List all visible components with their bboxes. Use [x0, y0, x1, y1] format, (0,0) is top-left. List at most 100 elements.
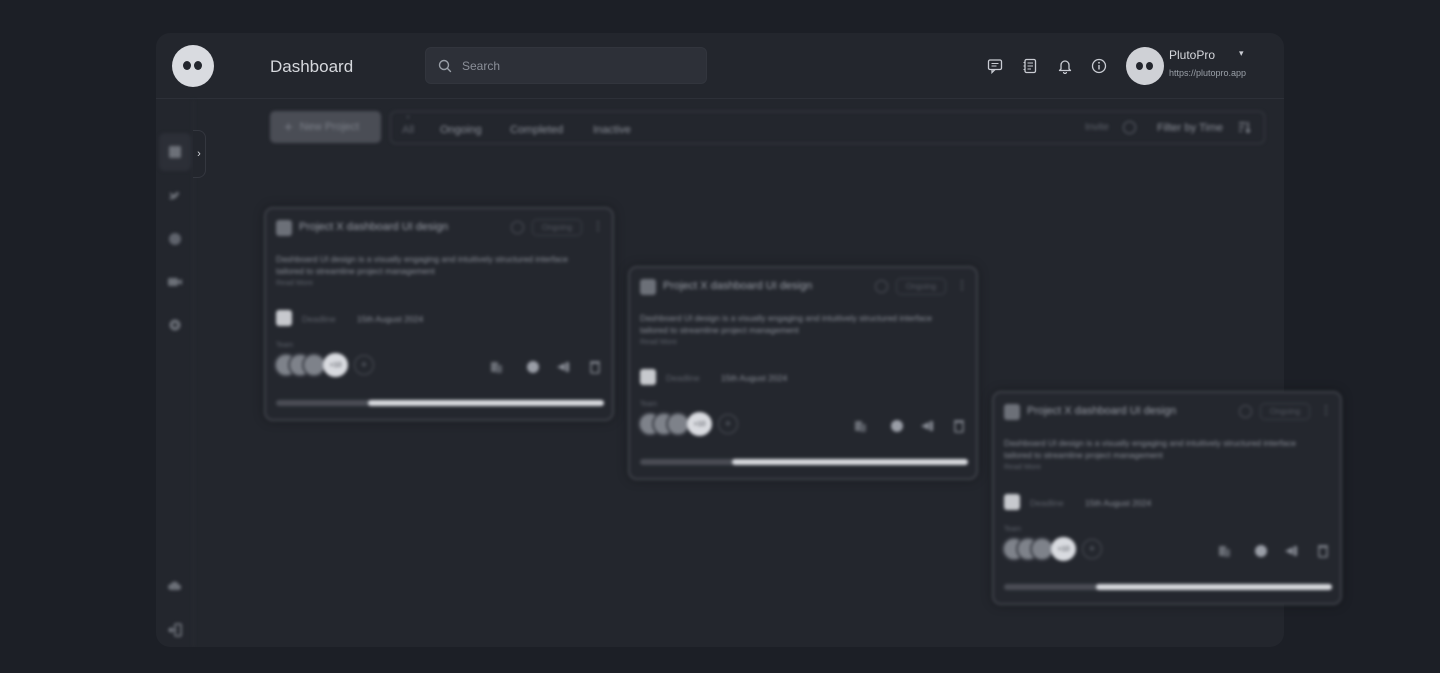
chat-icon[interactable]	[890, 419, 904, 433]
deadline-label: Deadline	[1030, 498, 1064, 508]
team-avatars: +10 +	[274, 353, 384, 377]
chevron-down-icon[interactable]: ▾	[1239, 48, 1244, 59]
sidebar-item-logout[interactable]	[165, 620, 185, 640]
search-box[interactable]	[425, 47, 707, 84]
copy-icon[interactable]	[490, 360, 504, 374]
project-card[interactable]: Project X dashboard UI design Ongoing ⋮ …	[628, 266, 978, 480]
search-input[interactable]	[462, 56, 692, 76]
share-icon[interactable]	[1284, 544, 1298, 558]
sidebar-item-twitter[interactable]	[165, 186, 185, 206]
progress-bar	[1004, 584, 1332, 590]
search-icon	[438, 59, 452, 73]
progress-fill	[731, 459, 968, 465]
page-title: Dashboard	[270, 57, 354, 76]
chat-icon[interactable]	[526, 360, 540, 374]
active-tab-indicator	[407, 116, 409, 118]
globe-icon	[169, 233, 181, 245]
status-badge: Ongoing	[532, 219, 582, 236]
info-icon[interactable]	[875, 280, 888, 293]
calendar-icon	[1004, 494, 1020, 510]
invite-button[interactable]: Invite	[1085, 122, 1109, 133]
sidebar-item-video[interactable]	[165, 272, 185, 292]
tab-completed[interactable]: Completed	[510, 124, 563, 136]
status-badge: Ongoing	[1260, 403, 1310, 420]
team-label: Team	[276, 342, 294, 349]
more-vertical-icon[interactable]: ⋮	[956, 278, 968, 292]
tab-ongoing[interactable]: Ongoing	[440, 124, 482, 136]
logout-icon	[167, 623, 182, 637]
progress-bar	[276, 400, 604, 406]
top-bar: Dashboard PlutoPro https://plutopro.app …	[156, 33, 1284, 99]
settings-icon	[169, 319, 181, 331]
deadline-date: 15th August 2024	[721, 373, 788, 383]
info-icon[interactable]	[511, 221, 524, 234]
deadline-date: 15th August 2024	[1085, 498, 1152, 508]
user-avatar[interactable]	[1126, 47, 1164, 85]
sidebar-collapse-toggle[interactable]: ›	[193, 130, 206, 178]
invite-icon[interactable]	[1123, 121, 1136, 134]
checkbox[interactable]	[276, 220, 292, 236]
chat-icon[interactable]	[1254, 544, 1268, 558]
new-project-label: New Project	[299, 121, 360, 133]
progress-bar	[640, 459, 968, 465]
twitter-icon	[169, 191, 180, 200]
add-member-button[interactable]: +	[718, 414, 738, 434]
plus-icon: +	[284, 118, 293, 136]
add-member-button[interactable]: +	[354, 355, 374, 375]
more-vertical-icon[interactable]: ⋮	[1320, 403, 1332, 417]
new-project-button[interactable]: + New Project	[270, 111, 381, 143]
project-tabs: All Ongoing Completed Inactive Invite Fi…	[390, 111, 1265, 144]
add-member-button[interactable]: +	[1082, 539, 1102, 559]
sidebar-item-globe[interactable]	[165, 229, 185, 249]
copy-icon[interactable]	[854, 419, 868, 433]
card-description: Dashboard UI design is a visually engagi…	[276, 254, 568, 276]
message-icon[interactable]	[985, 56, 1005, 76]
sidebar-item-settings[interactable]	[165, 315, 185, 335]
team-more-count[interactable]: +10	[687, 412, 712, 436]
notes-icon[interactable]	[1020, 56, 1040, 76]
team-label: Team	[640, 401, 658, 408]
deadline-label: Deadline	[302, 314, 336, 324]
chevron-right-icon: ›	[197, 148, 201, 160]
user-name[interactable]: PlutoPro	[1169, 48, 1215, 62]
copy-icon[interactable]	[1218, 544, 1232, 558]
read-more-link[interactable]: Read More	[1004, 462, 1041, 471]
project-card[interactable]: Project X dashboard UI design Ongoing ⋮ …	[992, 391, 1342, 605]
read-more-link[interactable]: Read More	[640, 337, 677, 346]
filter-by-time-button[interactable]: Filter by Time	[1157, 122, 1223, 134]
deadline-label: Deadline	[666, 373, 700, 383]
app-logo[interactable]	[172, 45, 214, 87]
team-more-count[interactable]: +10	[323, 353, 348, 377]
share-icon[interactable]	[920, 419, 934, 433]
info-icon[interactable]	[1089, 56, 1109, 76]
bell-icon[interactable]	[1055, 56, 1075, 76]
sidebar	[156, 100, 194, 647]
sort-icon[interactable]	[1237, 120, 1251, 134]
tab-inactive[interactable]: Inactive	[593, 124, 631, 136]
trash-icon[interactable]	[952, 419, 966, 433]
card-description: Dashboard UI design is a visually engagi…	[1004, 438, 1296, 460]
card-title: Project X dashboard UI design	[663, 280, 813, 292]
team-label: Team	[1004, 526, 1022, 533]
project-card[interactable]: Project X dashboard UI design Ongoing ⋮ …	[264, 207, 614, 421]
sidebar-item-dashboard[interactable]	[159, 133, 191, 171]
cloud-icon	[168, 581, 182, 590]
dashboard-icon	[169, 146, 181, 158]
deadline-date: 15th August 2024	[357, 314, 424, 324]
trash-icon[interactable]	[1316, 544, 1330, 558]
share-icon[interactable]	[556, 360, 570, 374]
checkbox[interactable]	[640, 279, 656, 295]
tab-all[interactable]: All	[402, 124, 414, 136]
progress-fill	[1095, 584, 1332, 590]
sidebar-item-cloud[interactable]	[165, 576, 185, 596]
calendar-icon	[276, 310, 292, 326]
read-more-link[interactable]: Read More	[276, 278, 313, 287]
trash-icon[interactable]	[588, 360, 602, 374]
team-more-count[interactable]: +10	[1051, 537, 1076, 561]
info-icon[interactable]	[1239, 405, 1252, 418]
video-icon	[168, 278, 182, 286]
more-vertical-icon[interactable]: ⋮	[592, 219, 604, 233]
checkbox[interactable]	[1004, 404, 1020, 420]
status-badge: Ongoing	[896, 278, 946, 295]
team-avatars: +10 +	[638, 412, 748, 436]
